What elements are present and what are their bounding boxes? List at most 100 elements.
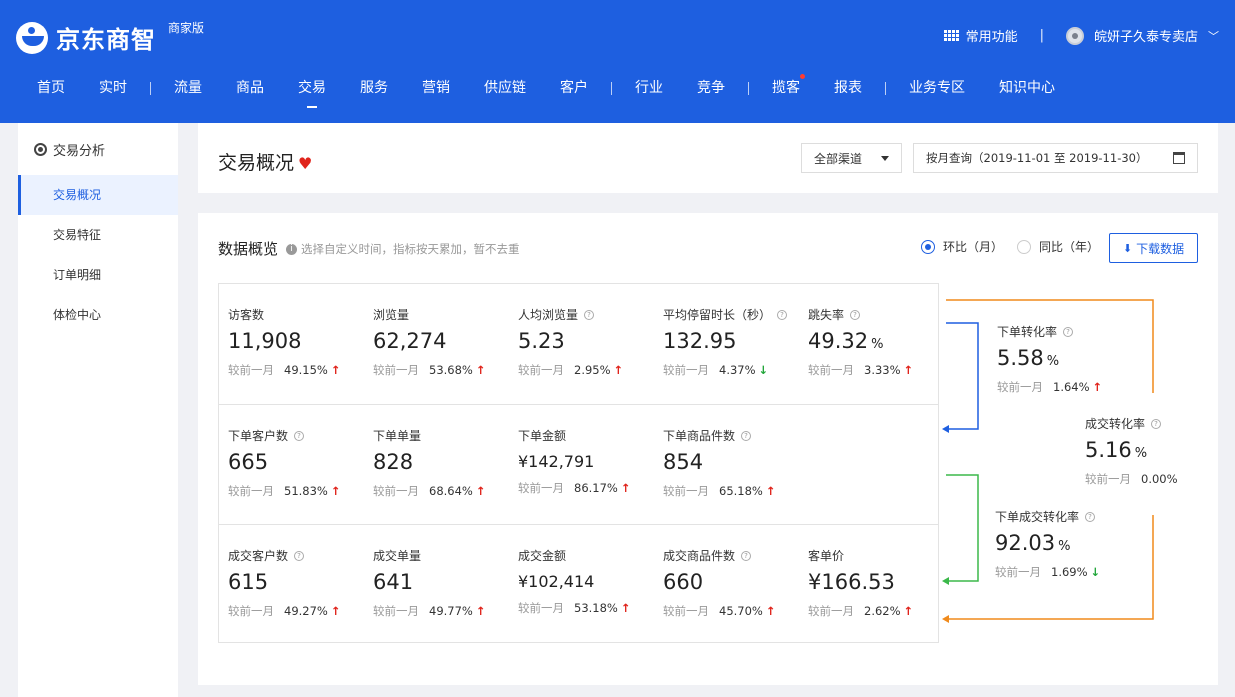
logo[interactable]: 京东商智 xyxy=(16,20,156,55)
main-nav: 首页 实时 流量 商品 交易 服务 营销 供应链 客户 行业 竞争 揽客 报表 业务专区 知识中心 xyxy=(0,70,1072,106)
metric-label: 人均浏览量? xyxy=(518,306,663,323)
metric-card: 成交金额 ¥102,414 较前一月 53.18% ↑ xyxy=(518,547,663,616)
help-icon[interactable]: ? xyxy=(584,309,595,320)
metric-value: 828 xyxy=(373,450,518,474)
chevron-down-icon[interactable]: ﹀ xyxy=(1208,28,1219,44)
metric-label-text: 下单金额 xyxy=(518,429,567,443)
nav-item-trade[interactable]: 交易 xyxy=(281,70,343,106)
metric-compare: 较前一月 65.18% ↑ xyxy=(663,483,808,499)
sidebar-item-features[interactable]: 交易特征 xyxy=(18,215,178,255)
metric-value-text: ¥142,791 xyxy=(518,452,595,471)
metric-card: 下单客户数? 665 较前一月 51.83% ↑ xyxy=(228,427,373,499)
funnel-blue-arrow xyxy=(942,425,949,433)
help-icon[interactable]: ? xyxy=(294,430,305,441)
metric-label: 下单金额 xyxy=(518,427,663,444)
metric-label: 平均停留时长（秒）? xyxy=(663,306,808,323)
metric-value-text: 49.32 xyxy=(808,329,869,353)
arrow-up-icon: ↑ xyxy=(330,484,341,498)
radio-mom-label[interactable]: 环比（月） xyxy=(943,238,1003,255)
nav-item-marketing[interactable]: 营销 xyxy=(405,70,467,106)
nav-item-realtime[interactable]: 实时 xyxy=(82,70,144,106)
help-icon[interactable]: ? xyxy=(1151,418,1162,429)
nav-item-service[interactable]: 服务 xyxy=(343,70,405,106)
metric-value-text: 665 xyxy=(228,450,269,474)
nav-item-label: 服务 xyxy=(360,80,388,96)
section-hint-text: 选择自定义时间，指标按天累加，暂不去重 xyxy=(301,242,520,256)
date-range-picker[interactable]: 按月查询（2019-11-01 至 2019-11-30） xyxy=(913,143,1198,173)
radio-mom[interactable] xyxy=(921,239,935,254)
metric-label-text: 下单单量 xyxy=(373,429,422,443)
nav-item-industry[interactable]: 行业 xyxy=(618,70,680,106)
help-icon[interactable]: ? xyxy=(741,550,752,561)
top-right-tools: 常用功能 | 皖妍子久泰专卖店 ﹀ xyxy=(943,26,1219,45)
help-icon[interactable]: ? xyxy=(741,430,752,441)
metric-card: 浏览量 62,274 较前一月 53.68% ↑ xyxy=(373,306,518,378)
heart-icon[interactable]: ♥ xyxy=(298,154,312,173)
nav-item-reports[interactable]: 报表 xyxy=(817,70,879,106)
nav-item-customers[interactable]: 客户 xyxy=(543,70,605,106)
shop-name[interactable]: 皖妍子久泰专卖店 xyxy=(1094,26,1198,45)
arrow-up-icon: ↑ xyxy=(475,484,486,498)
metric-unit: % xyxy=(1046,354,1060,369)
metric-label-text: 下单客户数 xyxy=(228,429,289,443)
nav-item-business-zone[interactable]: 业务专区 xyxy=(892,70,982,106)
nav-item-knowledge-center[interactable]: 知识中心 xyxy=(982,70,1072,106)
arrow-up-icon: ↑ xyxy=(475,363,486,377)
metric-label: 成交客户数? xyxy=(228,547,373,564)
compare-label: 较前一月 xyxy=(373,363,419,377)
metric-card: 人均浏览量? 5.23 较前一月 2.95% ↑ xyxy=(518,306,663,378)
help-icon[interactable]: ? xyxy=(1063,326,1074,337)
metric-compare: 较前一月 53.18% ↑ xyxy=(518,600,663,616)
download-icon: ⬇ xyxy=(1122,241,1133,255)
radio-yoy[interactable] xyxy=(1017,239,1032,254)
metric-value: 615 xyxy=(228,570,373,594)
metric-unit: % xyxy=(1058,539,1071,554)
metric-compare: 较前一月 3.33% ↑ xyxy=(808,362,953,378)
nav-item-acquire[interactable]: 揽客 xyxy=(755,70,817,106)
compare-label: 较前一月 xyxy=(663,604,709,618)
sidebar-item-overview[interactable]: 交易概况 xyxy=(18,175,178,215)
arrow-up-icon: ↑ xyxy=(613,363,624,377)
nav-item-label: 实时 xyxy=(99,80,127,96)
compare-percent: 3.33% xyxy=(864,363,901,377)
metric-card: 平均停留时长（秒）? 132.95 较前一月 4.37% ↓ xyxy=(663,306,808,378)
common-functions-link[interactable]: 常用功能 xyxy=(966,26,1018,45)
help-icon[interactable]: ? xyxy=(850,309,861,320)
sidebar-item-order-details[interactable]: 订单明细 xyxy=(18,255,178,295)
compare-percent: 2.62% xyxy=(864,604,901,618)
metrics-grid: 访客数 11,908 较前一月 49.15% ↑ 浏览量 62,274 较前一月 53.68% ↑… xyxy=(218,283,939,643)
caret-down-icon xyxy=(881,156,889,161)
radio-yoy-label[interactable]: 同比（年） xyxy=(1039,238,1099,255)
channel-select[interactable]: 全部渠道 xyxy=(801,143,902,173)
compare-percent: 86.17% xyxy=(574,481,618,495)
date-range-value: 按月查询（2019-11-01 至 2019-11-30） xyxy=(926,151,1148,165)
download-data-button[interactable]: ⬇ 下载数据 xyxy=(1109,233,1198,263)
metric-label-text: 人均浏览量 xyxy=(518,308,579,322)
metric-label: 成交金额 xyxy=(518,547,663,564)
nav-item-label: 供应链 xyxy=(484,80,526,96)
help-icon[interactable]: ? xyxy=(294,550,305,561)
funnel-metric: 成交转化率? 5.16% 较前一月 0.00% xyxy=(1085,415,1215,487)
metric-label: 成交转化率? xyxy=(1085,415,1215,432)
metric-value-text: 92.03 xyxy=(995,531,1056,555)
jd-logo-icon xyxy=(16,21,48,54)
metric-value-text: 828 xyxy=(373,450,414,474)
help-icon[interactable]: ? xyxy=(777,309,788,320)
metric-value: ¥102,414 xyxy=(518,572,663,591)
metric-card: 跳失率? 49.32% 较前一月 3.33% ↑ xyxy=(808,306,953,378)
metric-compare: 较前一月 45.70% ↑ xyxy=(663,603,808,619)
metric-compare: 较前一月 49.27% ↑ xyxy=(228,603,373,619)
help-icon[interactable]: ? xyxy=(1085,511,1096,522)
metric-value: 854 xyxy=(663,450,808,474)
sidebar-section-header[interactable]: 交易分析 xyxy=(18,123,178,175)
nav-item-traffic[interactable]: 流量 xyxy=(157,70,219,106)
metric-value-text: 660 xyxy=(663,570,704,594)
nav-item-competition[interactable]: 竞争 xyxy=(680,70,742,106)
metric-label-text: 访客数 xyxy=(228,308,265,322)
sidebar-item-checkup[interactable]: 体检中心 xyxy=(18,295,178,335)
nav-item-products[interactable]: 商品 xyxy=(219,70,281,106)
metric-value: 62,274 xyxy=(373,329,518,353)
nav-item-home[interactable]: 首页 xyxy=(0,70,82,106)
compare-percent: 49.15% xyxy=(284,363,328,377)
nav-item-supply-chain[interactable]: 供应链 xyxy=(467,70,543,106)
